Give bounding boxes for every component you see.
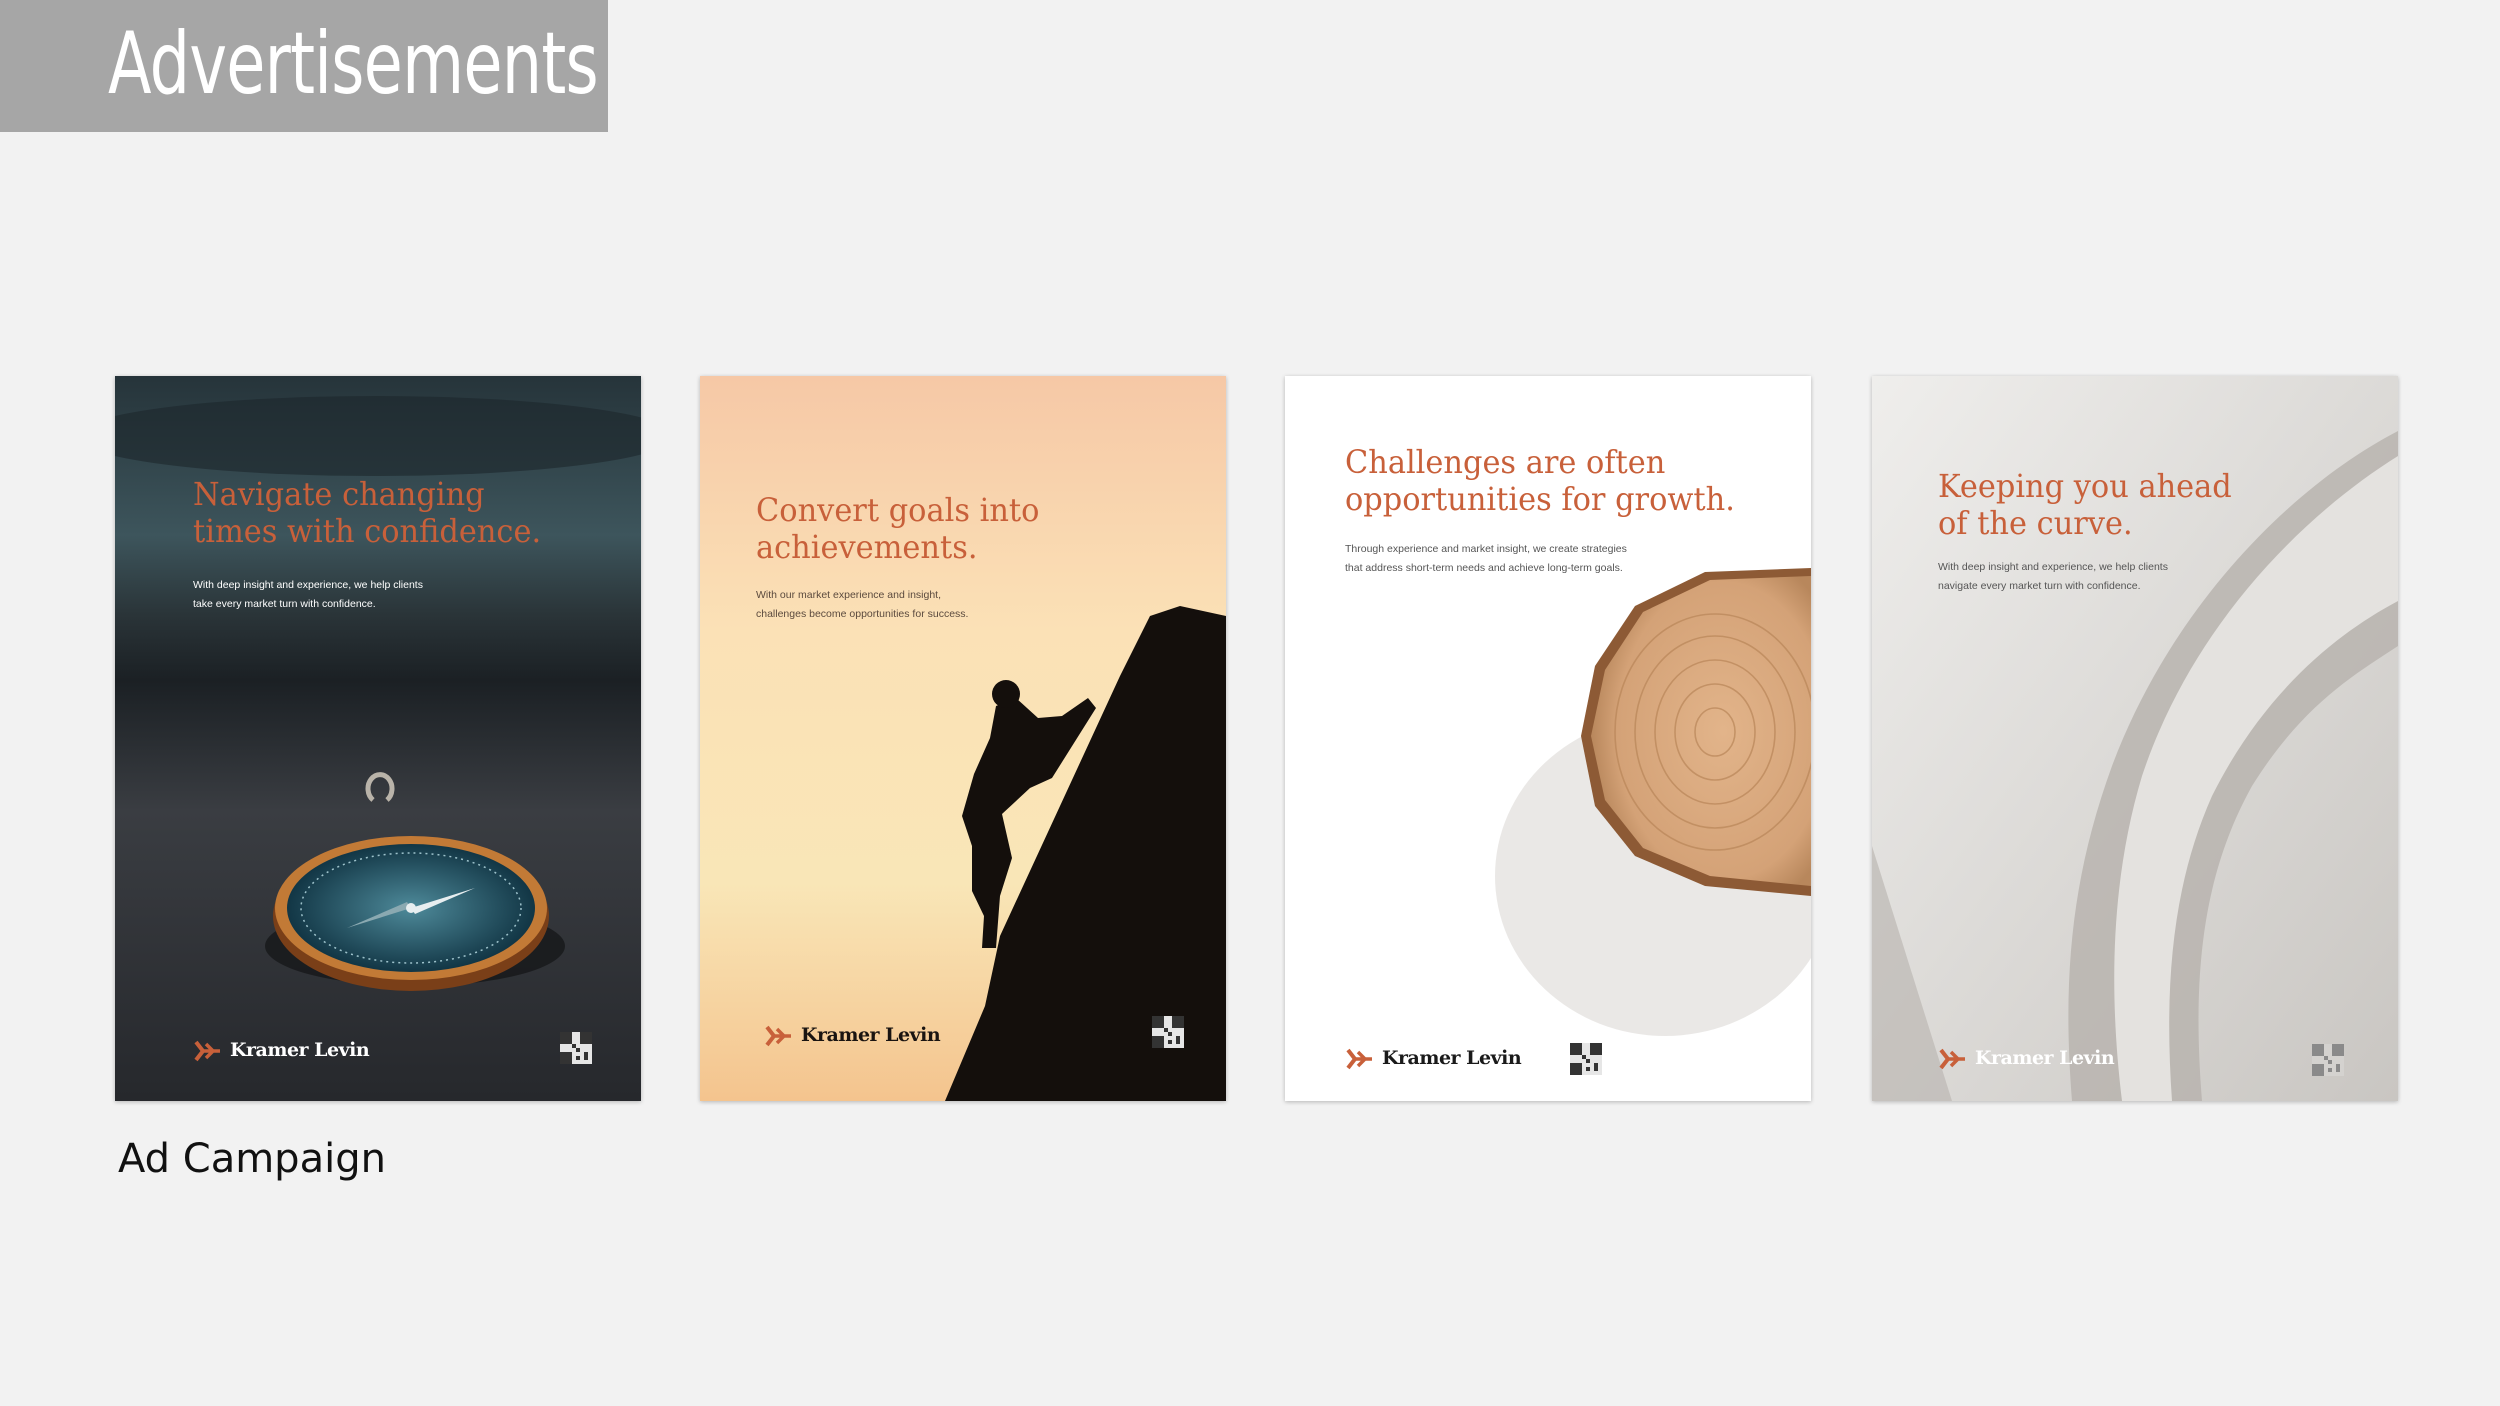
brand-name: Kramer Levin	[230, 1039, 370, 1061]
brand-mark-icon	[1939, 1048, 1965, 1070]
poster-paper-curve: Keeping you ahead of the curve. With dee…	[1872, 376, 2398, 1101]
climber-photo	[700, 376, 1226, 1101]
qr-code-icon	[560, 1032, 592, 1064]
brand-logo: Kramer Levin	[1938, 1043, 2115, 1073]
title-bar: Advertisements	[0, 0, 608, 132]
poster-body: Through experience and market insight, w…	[1345, 543, 1627, 574]
poster-headline: Convert goals into achievements.	[756, 491, 1040, 566]
section-caption: Ad Campaign	[118, 1136, 386, 1182]
brand-name: Kramer Levin	[1382, 1047, 1522, 1069]
brand-mark-icon	[765, 1025, 791, 1047]
qr-code-icon	[1570, 1043, 1602, 1075]
brand-logo: Kramer Levin	[1345, 1043, 1522, 1073]
poster-body: With our market experience and insight, …	[756, 589, 969, 620]
brand-name: Kramer Levin	[1975, 1047, 2115, 1069]
poster-headline: Challenges are often opportunities for g…	[1345, 443, 1735, 518]
poster-body: With deep insight and experience, we hel…	[193, 579, 423, 610]
poster-headline: Navigate changing times with confidence.	[193, 475, 542, 550]
brand-mark-icon	[1346, 1048, 1372, 1070]
qr-code-icon	[1152, 1016, 1184, 1048]
poster-tree-ring: Challenges are often opportunities for g…	[1285, 376, 1811, 1101]
poster-headline: Keeping you ahead of the curve.	[1938, 467, 2232, 542]
brand-logo: Kramer Levin	[764, 1020, 941, 1050]
brand-mark-icon	[194, 1040, 220, 1062]
poster-body: With deep insight and experience, we hel…	[1938, 561, 2168, 592]
poster-climber: Convert goals into achievements. With ou…	[700, 376, 1226, 1101]
brand-name: Kramer Levin	[801, 1024, 941, 1046]
poster-compass: Navigate changing times with confidence.…	[115, 376, 641, 1101]
qr-code-icon	[2312, 1044, 2344, 1076]
brand-logo: Kramer Levin	[193, 1035, 370, 1065]
page-title: Advertisements	[108, 14, 599, 114]
